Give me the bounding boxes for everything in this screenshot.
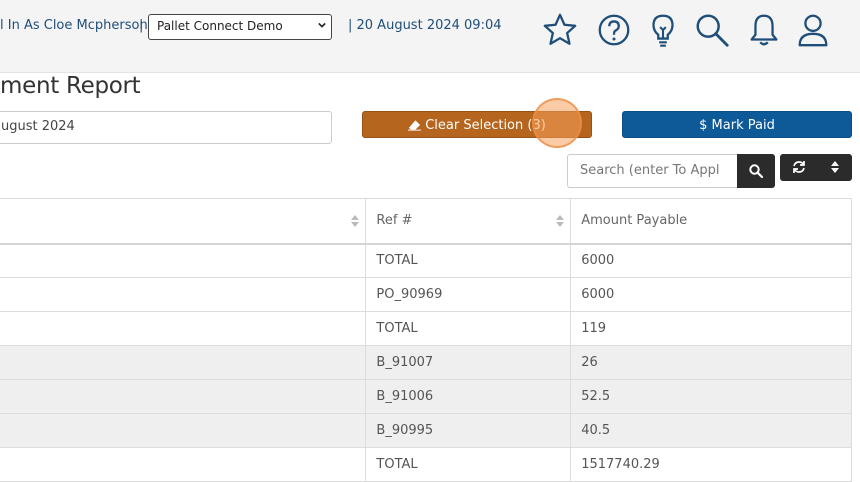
- amount-cell: 52.5: [570, 379, 852, 414]
- table-row[interactable]: TOTAL 119: [0, 311, 852, 346]
- table-row[interactable]: TOTAL 6000: [0, 243, 852, 278]
- amount-cell: 26: [570, 345, 852, 380]
- clear-selection-button[interactable]: Clear Selection (3): [362, 111, 592, 138]
- ref-cell: TOTAL: [365, 447, 572, 482]
- table-cell: [0, 379, 367, 414]
- company-select-value: Pallet Connect Demo: [157, 19, 283, 33]
- search-icon[interactable]: [693, 10, 731, 50]
- table-cell: [0, 447, 367, 482]
- table-row[interactable]: PO_90969 6000: [0, 277, 852, 312]
- ref-cell: B_91006: [365, 379, 572, 414]
- star-icon[interactable]: [541, 10, 579, 50]
- table-row[interactable]: B_91006 52.5: [0, 379, 852, 414]
- sort-icon: [351, 215, 360, 227]
- column-header-amount[interactable]: Amount Payable: [570, 198, 852, 245]
- page-title: ment Report: [0, 73, 141, 99]
- lightbulb-icon[interactable]: [644, 10, 682, 50]
- search-input[interactable]: Search (enter To Appl: [567, 154, 737, 188]
- ref-cell: PO_90969: [365, 277, 572, 312]
- help-icon[interactable]: [595, 10, 633, 50]
- amount-cell: 119: [570, 311, 852, 346]
- column-header-ref-label: Ref #: [376, 213, 413, 229]
- refresh-icon: [793, 161, 805, 173]
- column-header-amount-label: Amount Payable: [581, 213, 688, 229]
- table-cell: [0, 243, 367, 278]
- ref-cell: TOTAL: [365, 311, 572, 346]
- mark-paid-button[interactable]: $ Mark Paid: [622, 111, 852, 138]
- sort-icon: [556, 215, 565, 227]
- amount-cell: 6000: [570, 277, 852, 312]
- table-row[interactable]: B_91007 26: [0, 345, 852, 380]
- header-separator: |: [139, 18, 144, 33]
- company-select[interactable]: Pallet Connect Demo: [148, 14, 332, 40]
- chevron-down-icon: [318, 22, 326, 28]
- ref-cell: TOTAL: [365, 243, 572, 278]
- table-cell: [0, 277, 367, 312]
- column-header-first[interactable]: [0, 198, 367, 245]
- table-tools-button[interactable]: [780, 154, 852, 181]
- ref-cell: B_90995: [365, 413, 572, 448]
- mark-paid-label: $ Mark Paid: [699, 118, 775, 133]
- clear-selection-label: Clear Selection (3): [425, 118, 546, 133]
- amount-cell: 6000: [570, 243, 852, 278]
- ref-cell: B_91007: [365, 345, 572, 380]
- logged-in-text: l In As Cloe Mcpherson: [0, 18, 148, 33]
- search-icon: [749, 164, 763, 178]
- table-row[interactable]: TOTAL 1517740.29: [0, 447, 852, 482]
- top-bar: l In As Cloe Mcpherson | Pallet Connect …: [0, 0, 860, 73]
- table-row[interactable]: B_90995 40.5: [0, 413, 852, 448]
- table-cell: [0, 345, 367, 380]
- amount-cell: 1517740.29: [570, 447, 852, 482]
- eraser-icon: [408, 120, 422, 131]
- sort-icon: [831, 161, 839, 173]
- table-cell: [0, 413, 367, 448]
- amount-cell: 40.5: [570, 413, 852, 448]
- bell-icon[interactable]: [745, 10, 783, 50]
- column-header-ref[interactable]: Ref #: [365, 198, 572, 245]
- current-datetime: | 20 August 2024 09:04: [348, 18, 502, 33]
- payment-table: Ref # Amount Payable TOTAL 6000 PO_90969…: [0, 198, 852, 482]
- date-range-input[interactable]: ugust 2024: [0, 111, 332, 144]
- search-button[interactable]: [737, 154, 775, 188]
- user-icon[interactable]: [794, 10, 832, 50]
- table-cell: [0, 311, 367, 346]
